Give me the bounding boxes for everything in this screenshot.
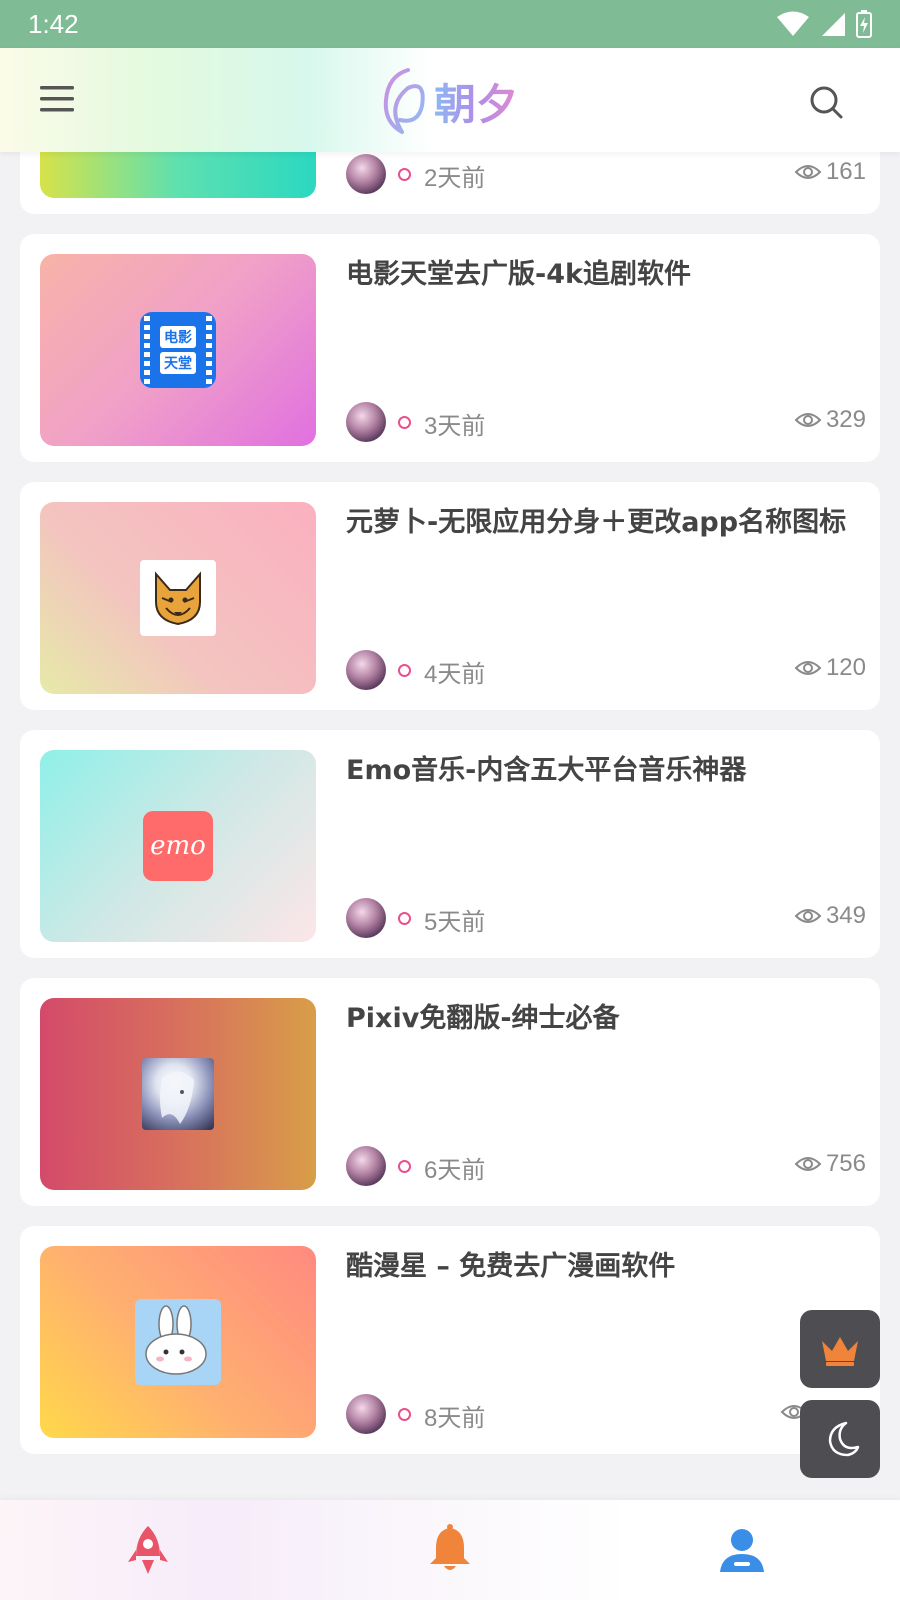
author-avatar[interactable] bbox=[346, 154, 386, 194]
post-card[interactable]: 元萝卜-无限应用分身＋更改app名称图标 4天前 120 bbox=[20, 482, 880, 710]
app-header: 朝夕 bbox=[0, 48, 900, 152]
author-avatar[interactable] bbox=[346, 1146, 386, 1186]
logo-text: 朝夕 bbox=[434, 71, 518, 132]
search-icon[interactable] bbox=[808, 84, 844, 120]
post-time: 2天前 bbox=[424, 165, 486, 192]
icon-text-line: 电影 bbox=[160, 326, 196, 348]
post-thumbnail[interactable] bbox=[40, 1246, 316, 1438]
author-avatar[interactable] bbox=[346, 1394, 386, 1434]
post-views: 756 bbox=[794, 1150, 866, 1178]
pixiv-anime-icon bbox=[142, 1058, 214, 1130]
bunny-icon bbox=[135, 1299, 221, 1385]
post-title[interactable]: 元萝卜-无限应用分身＋更改app名称图标 bbox=[346, 502, 861, 544]
post-meta: 6天前 756 bbox=[346, 1146, 866, 1186]
post-card[interactable]: 2天前 161 bbox=[20, 152, 880, 214]
post-title[interactable]: 酷漫星 – 免费去广漫画软件 bbox=[346, 1246, 861, 1288]
post-time: 3天前 bbox=[424, 413, 486, 440]
post-time: 6天前 bbox=[424, 1157, 486, 1184]
status-dot-icon bbox=[398, 664, 411, 677]
author-avatar[interactable] bbox=[346, 402, 386, 442]
post-title[interactable]: Pixiv免翻版-绅士必备 bbox=[346, 998, 861, 1040]
post-card[interactable]: emo Emo音乐-内含五大平台音乐神器 5天前 349 bbox=[20, 730, 880, 958]
menu-icon[interactable] bbox=[38, 80, 78, 120]
theme-toggle-button[interactable] bbox=[800, 1400, 880, 1478]
eye-icon bbox=[794, 909, 822, 923]
bell-icon[interactable] bbox=[422, 1522, 478, 1578]
status-dot-icon bbox=[398, 912, 411, 925]
status-bar: 1:42 bbox=[0, 0, 900, 48]
bottom-tab-bar bbox=[0, 1500, 900, 1600]
post-thumbnail[interactable] bbox=[40, 502, 316, 694]
post-meta: 5天前 349 bbox=[346, 898, 866, 938]
views-count: 161 bbox=[825, 158, 866, 185]
status-time: 1:42 bbox=[28, 8, 79, 39]
author-avatar[interactable] bbox=[346, 898, 386, 938]
post-meta: 4天前 120 bbox=[346, 650, 866, 690]
eye-icon bbox=[794, 1157, 822, 1171]
post-views: 349 bbox=[794, 902, 866, 930]
status-icons bbox=[776, 10, 872, 38]
post-card[interactable]: 酷漫星 – 免费去广漫画软件 8天前 232 bbox=[20, 1226, 880, 1454]
fox-icon bbox=[140, 560, 216, 636]
moon-icon bbox=[828, 1421, 860, 1457]
eye-icon bbox=[794, 661, 822, 675]
views-count: 756 bbox=[825, 1150, 866, 1177]
post-views: 161 bbox=[794, 158, 866, 186]
post-thumbnail[interactable] bbox=[40, 152, 316, 198]
crown-icon bbox=[822, 1337, 858, 1366]
post-title[interactable]: Emo音乐-内含五大平台音乐神器 bbox=[346, 750, 861, 792]
post-thumbnail[interactable]: emo bbox=[40, 750, 316, 942]
battery-icon bbox=[856, 10, 872, 38]
post-time: 8天前 bbox=[424, 1405, 486, 1432]
eye-icon bbox=[794, 413, 822, 427]
vip-button[interactable] bbox=[800, 1310, 880, 1388]
rocket-icon[interactable] bbox=[120, 1522, 176, 1578]
emo-icon-text: emo bbox=[150, 831, 206, 861]
status-dot-icon bbox=[398, 1408, 411, 1421]
post-title[interactable]: 电影天堂去广版-4k追剧软件 bbox=[346, 254, 861, 296]
status-dot-icon bbox=[398, 1160, 411, 1173]
post-views: 120 bbox=[794, 654, 866, 682]
emo-music-icon: emo bbox=[143, 811, 213, 881]
post-card[interactable]: 电影 天堂 电影天堂去广版-4k追剧软件 3天前 329 bbox=[20, 234, 880, 462]
post-time: 5天前 bbox=[424, 909, 486, 936]
post-card[interactable]: Pixiv免翻版-绅士必备 6天前 756 bbox=[20, 978, 880, 1206]
logo-mark-icon bbox=[383, 68, 425, 134]
eye-icon bbox=[794, 165, 822, 179]
signal-icon bbox=[822, 13, 845, 36]
user-icon[interactable] bbox=[714, 1522, 770, 1578]
post-time: 4天前 bbox=[424, 661, 486, 688]
author-avatar[interactable] bbox=[346, 650, 386, 690]
post-thumbnail[interactable] bbox=[40, 998, 316, 1190]
status-dot-icon bbox=[398, 416, 411, 429]
status-dot-icon bbox=[398, 168, 411, 181]
post-views: 329 bbox=[794, 406, 866, 434]
wifi-icon bbox=[777, 11, 809, 36]
post-feed: 2天前 161 电影 天堂 电影天堂去广版-4k追剧软件 3天前 329 元萝卜… bbox=[0, 152, 900, 1500]
icon-text-line: 天堂 bbox=[160, 352, 196, 374]
views-count: 329 bbox=[825, 406, 866, 433]
post-meta: 2天前 161 bbox=[346, 154, 866, 194]
post-thumbnail[interactable]: 电影 天堂 bbox=[40, 254, 316, 446]
views-count: 349 bbox=[825, 902, 866, 929]
post-meta: 8天前 232 bbox=[346, 1394, 866, 1434]
views-count: 120 bbox=[825, 654, 866, 681]
post-meta: 3天前 329 bbox=[346, 402, 866, 442]
app-logo: 朝夕 bbox=[378, 64, 518, 138]
movie-heaven-icon: 电影 天堂 bbox=[140, 312, 216, 388]
